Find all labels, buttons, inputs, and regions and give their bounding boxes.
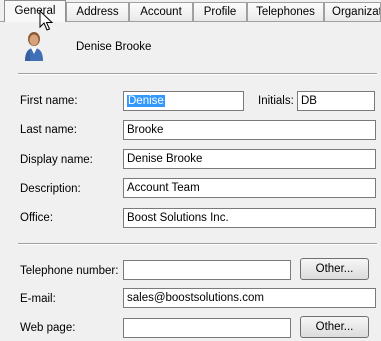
first-name-label: First name: xyxy=(20,95,78,107)
separator xyxy=(18,243,377,245)
tab-profile[interactable]: Profile xyxy=(193,2,247,21)
web-page-label: Web page: xyxy=(20,322,76,334)
first-name-field[interactable]: Denise xyxy=(123,91,244,111)
initials-field[interactable]: DB xyxy=(297,91,375,111)
email-label: E-mail: xyxy=(20,293,56,305)
user-display-name: Denise Brooke xyxy=(76,41,152,53)
tab-account[interactable]: Account xyxy=(129,2,193,21)
initials-label: Initials: xyxy=(258,95,294,107)
first-name-value: Denise xyxy=(127,95,165,107)
office-label: Office: xyxy=(20,212,54,224)
last-name-label: Last name: xyxy=(20,124,77,136)
tab-telephones[interactable]: Telephones xyxy=(247,2,324,21)
mouse-pointer-icon xyxy=(39,10,53,31)
telephone-label: Telephone number: xyxy=(20,265,119,277)
tab-organization[interactable]: Organizat xyxy=(324,2,381,21)
office-field[interactable]: Boost Solutions Inc. xyxy=(123,208,376,228)
telephone-field[interactable] xyxy=(123,260,291,280)
description-label: Description: xyxy=(20,183,81,195)
telephone-other-button[interactable]: Other... xyxy=(300,258,369,280)
separator xyxy=(18,73,377,75)
tab-strip: General Address Account Profile Telephon… xyxy=(0,0,381,22)
tab-address[interactable]: Address xyxy=(66,2,129,21)
web-page-other-button[interactable]: Other... xyxy=(300,316,369,338)
email-field[interactable]: sales@boostsolutions.com xyxy=(123,288,376,308)
last-name-field[interactable]: Brooke xyxy=(123,120,376,140)
description-field[interactable]: Account Team xyxy=(123,178,376,198)
display-name-field[interactable]: Denise Brooke xyxy=(123,149,376,169)
display-name-label: Display name: xyxy=(20,154,93,166)
web-page-field[interactable] xyxy=(123,318,291,338)
user-icon xyxy=(25,32,43,61)
tab-general[interactable]: General xyxy=(4,0,66,22)
